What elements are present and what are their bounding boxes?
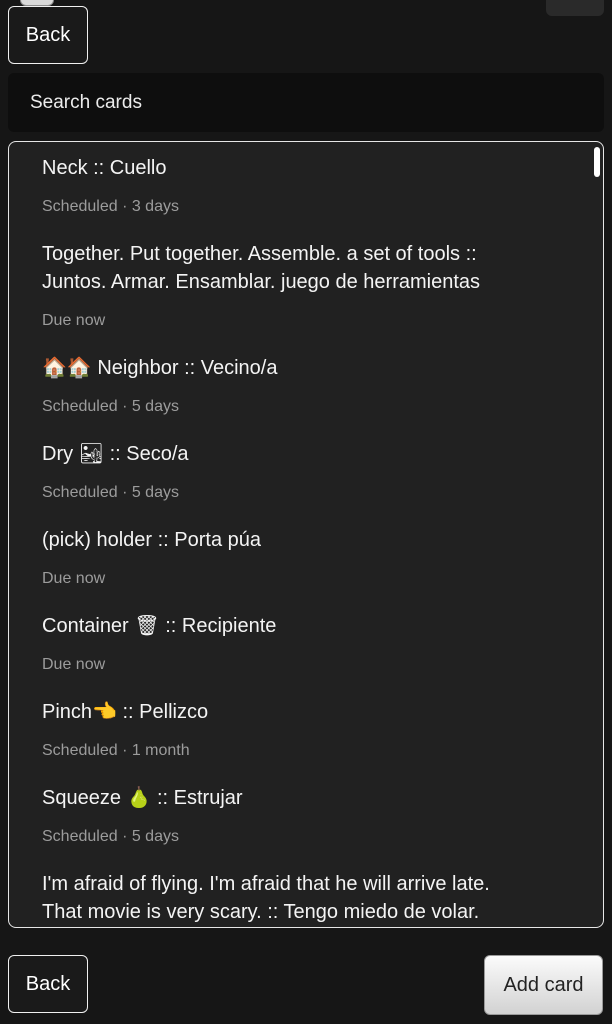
card-text: Container 🗑 :: Recipiente [42, 615, 277, 637]
card-text: Dry 🏜 :: Seco/a [42, 443, 189, 465]
back-button-top[interactable]: Back [8, 6, 88, 64]
search-input[interactable] [8, 73, 604, 132]
card-text: I'm afraid of flying. I'm afraid that he… [42, 873, 490, 923]
card-status: Due now [42, 570, 106, 587]
card-item[interactable]: Dry 🏜 :: Seco/a Scheduled · 5 days [42, 440, 589, 503]
back-button-bottom[interactable]: Back [8, 955, 88, 1013]
card-text: Pinch👈 :: Pellizco [42, 701, 209, 723]
card-item[interactable]: Container 🗑 :: Recipiente Due now [42, 612, 589, 675]
card-text: Neck :: Cuello [42, 157, 167, 179]
card-item[interactable]: Pinch👈 :: Pellizco Scheduled · 1 month [42, 698, 589, 761]
card-item[interactable]: (pick) holder :: Porta púa Due now [42, 526, 589, 589]
card-status: Due now [42, 312, 106, 329]
card-status: Scheduled · 1 month [42, 742, 190, 759]
card-item[interactable]: Together. Put together. Assemble. a set … [42, 240, 589, 331]
card-status: Due now [42, 656, 106, 673]
add-card-button[interactable]: Add card [484, 955, 603, 1015]
card-list[interactable]: Neck :: Cuello Scheduled · 3 days Togeth… [8, 141, 604, 928]
card-item[interactable]: Squeeze 🍐 :: Estrujar Scheduled · 5 days [42, 784, 589, 847]
scrollbar-track[interactable] [594, 145, 600, 924]
card-text: Together. Put together. Assemble. a set … [42, 243, 481, 293]
card-item[interactable]: I'm afraid of flying. I'm afraid that he… [42, 870, 589, 926]
card-text: Squeeze 🍐 :: Estrujar [42, 787, 243, 809]
card-status: Scheduled · 3 days [42, 198, 179, 215]
partial-toolbar-button-right[interactable] [546, 0, 604, 16]
card-status: Scheduled · 5 days [42, 398, 179, 415]
card-status: Scheduled · 5 days [42, 828, 179, 845]
card-list-content: Neck :: Cuello Scheduled · 3 days Togeth… [9, 142, 589, 927]
card-text: 🏠🏠 Neighbor :: Vecino/a [42, 357, 278, 379]
card-text: (pick) holder :: Porta púa [42, 529, 261, 551]
card-item[interactable]: 🏠🏠 Neighbor :: Vecino/a Scheduled · 5 da… [42, 354, 589, 417]
scrollbar-thumb[interactable] [594, 147, 600, 177]
card-status: Scheduled · 5 days [42, 484, 179, 501]
card-item[interactable]: Neck :: Cuello Scheduled · 3 days [42, 154, 589, 217]
